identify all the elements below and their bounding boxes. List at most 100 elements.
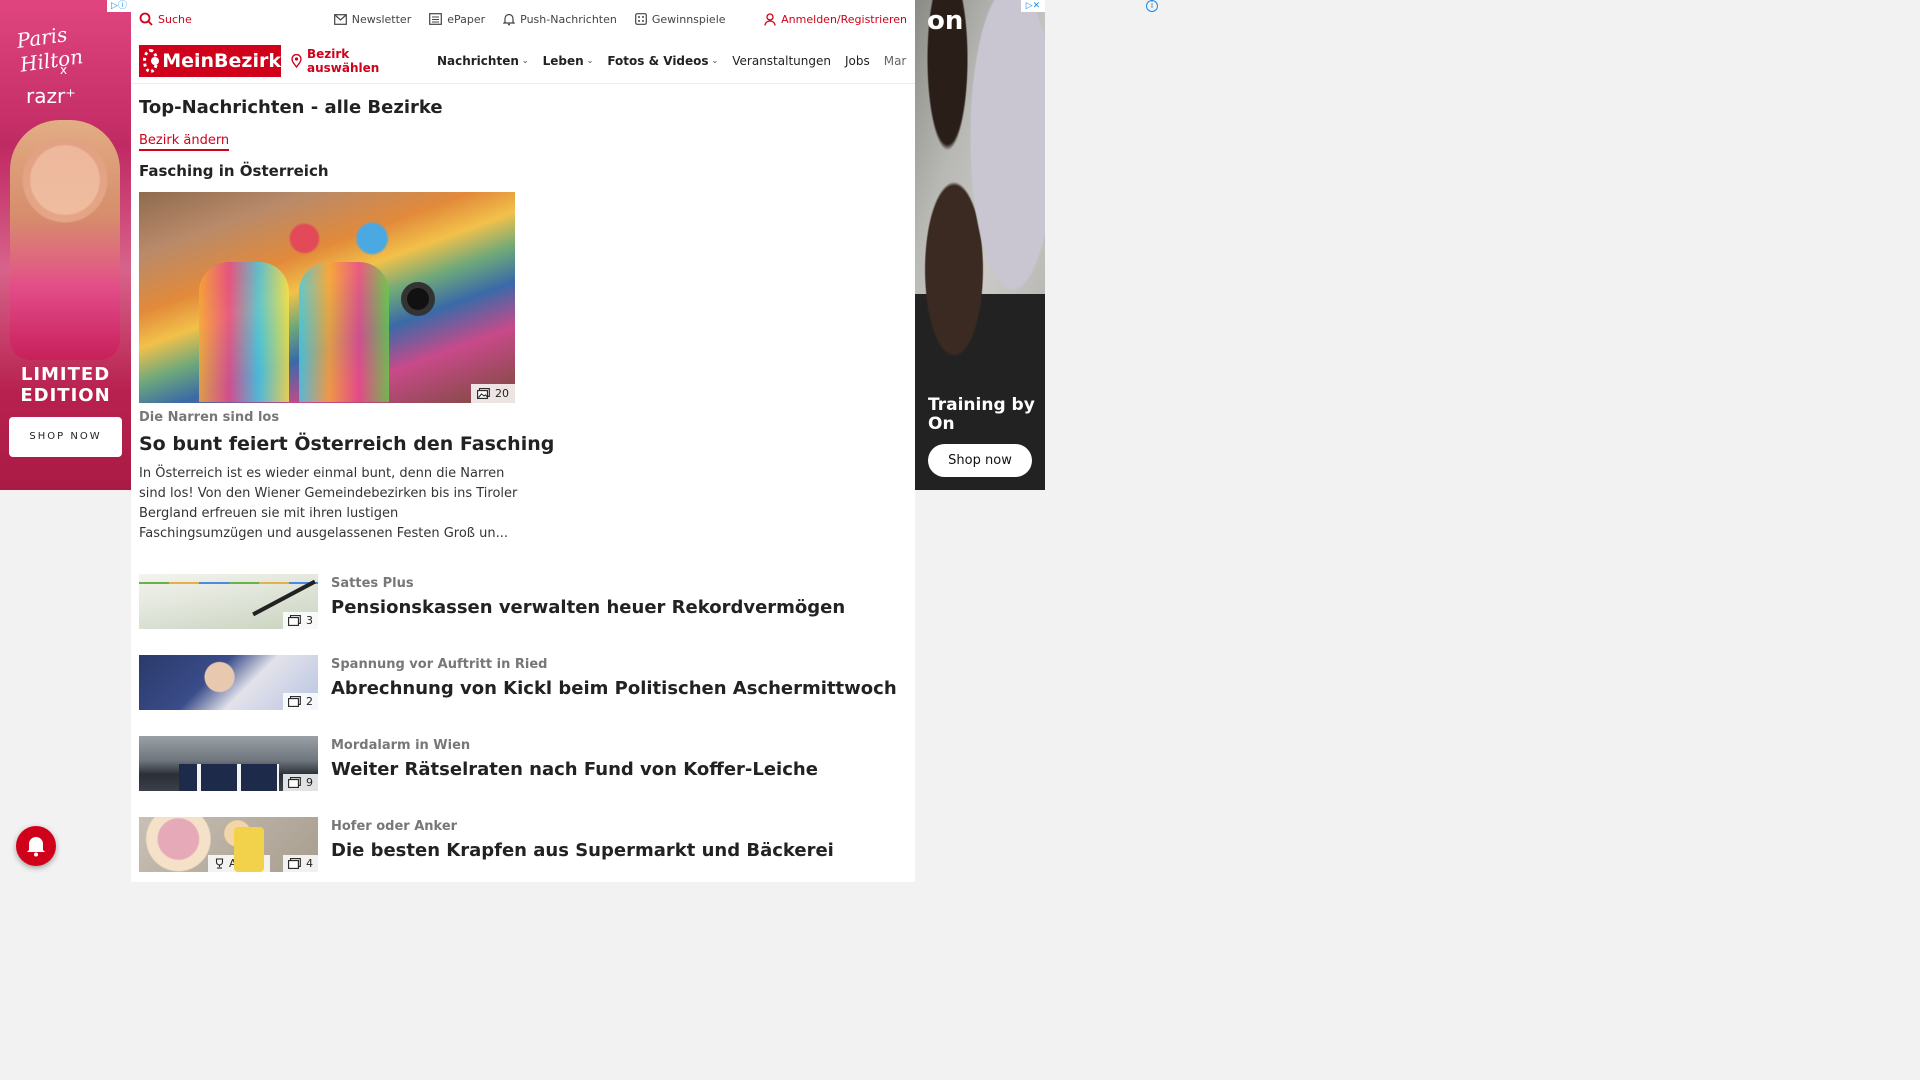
- photo-count-badge: 9: [283, 774, 318, 791]
- push-link[interactable]: Push-Nachrichten: [503, 13, 617, 26]
- aktion-label: Aktion: [229, 857, 264, 870]
- photo-count: 2: [306, 695, 313, 708]
- article-headline: Die besten Krapfen aus Supermarkt und Bä…: [331, 840, 834, 861]
- ad-shop-button[interactable]: SHOP NOW: [9, 417, 122, 457]
- section-title: Fasching in Österreich: [139, 162, 329, 180]
- nav-item-label: Marktplatz: [883, 53, 907, 68]
- epaper-label: ePaper: [447, 12, 486, 26]
- main-navigation: MeinBezirk Bezirk auswählen Nachrichten …: [131, 38, 915, 84]
- search-icon: [139, 12, 153, 26]
- photo-count: 9: [306, 776, 313, 789]
- article-headline: Abrechnung von Kickl beim Politischen As…: [331, 678, 897, 699]
- ad-left-banner[interactable]: ▷ⓘ Paris Hilton x razr⁺ LIMITED EDITION …: [0, 0, 131, 490]
- gewinnspiele-link[interactable]: Gewinnspiele: [634, 12, 726, 26]
- photo-count-badge: 20: [471, 384, 515, 403]
- chevron-down-icon: ⌄: [711, 56, 719, 65]
- article-list: 3 Sattes Plus Pensionskassen verwalten h…: [139, 574, 907, 898]
- nav-item-label: Jobs: [844, 53, 870, 68]
- location-pin-icon: [291, 53, 302, 68]
- photo-count-badge: 4: [283, 855, 318, 872]
- photo-count-badge: 2: [283, 693, 318, 710]
- nav-item-nachrichten[interactable]: Nachrichten ⌄: [437, 54, 529, 68]
- search-label: Suche: [158, 12, 192, 26]
- nav-item-leben[interactable]: Leben ⌄: [543, 54, 594, 68]
- main-column: Suche Newsletter ePaper Push-Nachrichten: [131, 0, 915, 882]
- bell-icon: [26, 835, 46, 857]
- epaper-link[interactable]: ePaper: [429, 13, 485, 26]
- gallery-icon: [288, 777, 301, 788]
- article-thumbnail: 3: [139, 574, 318, 629]
- gallery-icon: [288, 615, 301, 626]
- nav-item-veranstaltungen[interactable]: Veranstaltungen: [732, 54, 831, 68]
- hero-image-detail: [299, 262, 389, 402]
- photo-count: 20: [495, 387, 509, 400]
- chevron-down-icon: ⌄: [586, 56, 594, 65]
- ad-tagline: LIMITED EDITION: [20, 364, 111, 406]
- gewinnspiele-label: Gewinnspiele: [651, 12, 726, 26]
- photo-count: 4: [306, 857, 313, 870]
- ad-brand-secondary: razr⁺: [26, 84, 76, 108]
- hero-image-detail: [401, 282, 435, 316]
- nav-item-fotos-videos[interactable]: Fotos & Videos ⌄: [607, 54, 718, 68]
- hero-image: 20: [139, 192, 515, 403]
- search-link[interactable]: Suche: [139, 12, 192, 26]
- list-item[interactable]: 3 Sattes Plus Pensionskassen verwalten h…: [139, 574, 907, 655]
- change-district-link[interactable]: Bezirk ändern: [139, 133, 230, 151]
- ad-right-banner[interactable]: on ▷✕ Training by On Shop now: [915, 0, 1045, 490]
- ad-brand-logo: on: [927, 6, 964, 36]
- nav-item-label: Leben: [542, 53, 584, 68]
- user-icon: [764, 12, 776, 26]
- ad-shop-button[interactable]: Shop now: [928, 444, 1032, 477]
- article-kicker: Hofer oder Anker: [331, 819, 458, 834]
- ad-info-icon[interactable]: i: [1146, 0, 1158, 12]
- login-link[interactable]: Anmelden/Registrieren: [764, 13, 907, 26]
- newsletter-link[interactable]: Newsletter: [333, 12, 412, 26]
- hero-headline: So bunt feiert Österreich den Fasching: [139, 433, 555, 455]
- logo-flower-icon: [143, 48, 160, 73]
- utility-links: Newsletter ePaper Push-Nachrichten Gewin…: [333, 12, 726, 26]
- article-kicker: Sattes Plus: [331, 576, 414, 591]
- article-thumbnail: 9: [139, 736, 318, 791]
- article-text: Spannung vor Auftritt in Ried Abrechnung…: [331, 655, 897, 736]
- push-label: Push-Nachrichten: [520, 12, 617, 26]
- article-headline: Pensionskassen verwalten heuer Rekordver…: [331, 597, 846, 618]
- newspaper-icon: [429, 13, 443, 25]
- aktion-badge: Aktion: [208, 855, 270, 872]
- nav-item-jobs[interactable]: Jobs: [845, 54, 870, 68]
- newsletter-label: Newsletter: [351, 12, 412, 26]
- article-thumbnail: 2: [139, 655, 318, 710]
- nav-item-marktplatz[interactable]: Marktplatz: [884, 54, 907, 68]
- article-text: Hofer oder Anker Die besten Krapfen aus …: [331, 817, 834, 898]
- article-text: Mordalarm in Wien Weiter Rätselraten nac…: [331, 736, 818, 817]
- ad-tagline: Training by On: [928, 395, 1035, 434]
- content-area: Top-Nachrichten - alle Bezirke Bezirk än…: [131, 97, 915, 898]
- ad-model-image: [10, 120, 120, 360]
- site-logo[interactable]: MeinBezirk: [139, 44, 281, 77]
- list-item[interactable]: Aktion 4 Hofer oder Anker Die besten Kra…: [139, 817, 907, 898]
- article-kicker: Mordalarm in Wien: [331, 738, 471, 753]
- hero-teaser: In Österreich ist es wieder einmal bunt,…: [139, 466, 518, 541]
- push-notification-button[interactable]: [16, 826, 56, 866]
- hero-kicker: Die Narren sind los: [139, 410, 280, 425]
- gallery-icon: [288, 858, 301, 869]
- dice-icon: [634, 13, 647, 25]
- list-item[interactable]: 2 Spannung vor Auftritt in Ried Abrechnu…: [139, 655, 907, 736]
- chevron-down-icon: ⌄: [521, 56, 529, 65]
- article-text: Sattes Plus Pensionskassen verwalten heu…: [331, 574, 845, 655]
- nav-item-label: Fotos & Videos: [607, 53, 709, 68]
- nav-items: Nachrichten ⌄ Leben ⌄ Fotos & Videos ⌄ V…: [437, 54, 907, 68]
- article-thumbnail: Aktion 4: [139, 817, 318, 872]
- article-kicker: Spannung vor Auftritt in Ried: [331, 657, 548, 672]
- mail-icon: [333, 13, 347, 25]
- bell-icon: [503, 13, 516, 26]
- article-headline: Weiter Rätselraten nach Fund von Koffer-…: [331, 759, 818, 780]
- trophy-icon: [214, 858, 225, 869]
- bezirk-label: Bezirk auswählen: [307, 46, 380, 75]
- ad-choices-marker[interactable]: ▷ⓘ: [107, 0, 131, 12]
- logo-text: MeinBezirk: [162, 49, 281, 72]
- list-item[interactable]: 9 Mordalarm in Wien Weiter Rätselraten n…: [139, 736, 907, 817]
- ad-choices-marker[interactable]: ▷✕: [1021, 0, 1045, 12]
- bezirk-select[interactable]: Bezirk auswählen: [291, 47, 423, 75]
- photo-count: 3: [306, 614, 313, 627]
- hero-article[interactable]: 20 Die Narren sind los So bunt feiert Ös…: [139, 192, 907, 544]
